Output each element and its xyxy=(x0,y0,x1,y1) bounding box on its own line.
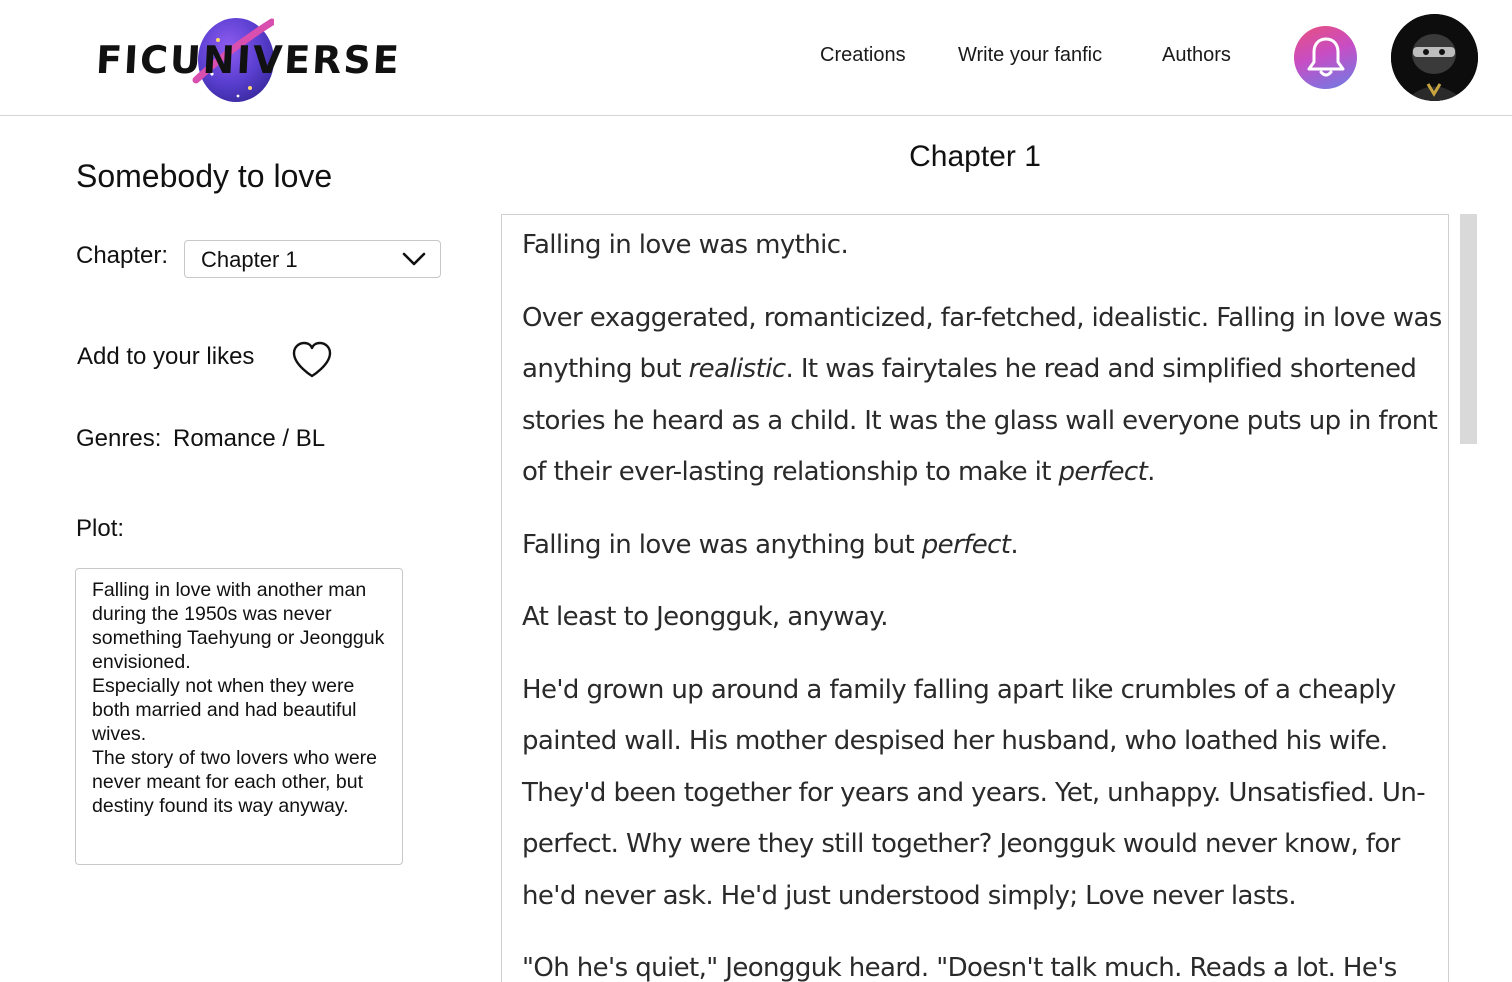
chapter-select-value: Chapter 1 xyxy=(201,247,298,272)
heart-icon[interactable] xyxy=(291,340,333,380)
paragraph-text: "Oh he's quiet," Jeongguk heard. "Doesn'… xyxy=(522,953,1397,982)
logo-wordmark: FICUNIVERSE xyxy=(94,38,402,82)
chapter-label: Chapter: xyxy=(76,242,169,269)
nav-write-fanfic[interactable]: Write your fanfic xyxy=(958,44,1102,67)
emphasis-text: perfect xyxy=(921,529,1011,560)
story-title: Somebody to love xyxy=(76,158,333,194)
notifications-button[interactable] xyxy=(1294,26,1357,89)
chapter-paragraph: At least to Jeongguk, anyway. xyxy=(522,592,1444,644)
chapter-paragraph: Over exaggerated, romanticized, far-fetc… xyxy=(522,293,1444,499)
plot-text-box: Falling in love with another man during … xyxy=(75,568,403,865)
chapter-paragraph: Falling in love was anything but perfect… xyxy=(522,520,1444,572)
genres-value: Romance / BL xyxy=(173,425,326,452)
top-header: FICUNIVERSE Creations Write your fanfic … xyxy=(0,0,1512,116)
reader-scrollbar-thumb[interactable] xyxy=(1460,214,1477,444)
nav-authors[interactable]: Authors xyxy=(1162,44,1231,67)
paragraph-text: Falling in love was mythic. xyxy=(522,230,849,260)
plot-label: Plot: xyxy=(76,515,125,542)
user-avatar[interactable] xyxy=(1391,14,1478,101)
add-to-likes-label: Add to your likes xyxy=(77,343,255,370)
paragraph-text: At least to Jeongguk, anyway. xyxy=(522,602,889,632)
chapter-heading: Chapter 1 xyxy=(909,140,1041,173)
paragraph-text: He'd grown up around a family falling ap… xyxy=(522,674,1426,911)
chapter-select[interactable]: Chapter 1 xyxy=(184,240,441,278)
avatar-image xyxy=(1391,14,1478,101)
nav-creations[interactable]: Creations xyxy=(820,44,906,67)
chapter-paragraph: Falling in love was mythic. xyxy=(522,220,1444,272)
chapter-text: Falling in love was mythic. Over exaggera… xyxy=(522,215,1444,982)
paragraph-text: . xyxy=(1147,457,1155,487)
emphasis-text: realistic xyxy=(688,354,787,384)
chapter-paragraph: He'd grown up around a family falling ap… xyxy=(522,665,1444,923)
chapter-paragraph: "Oh he's quiet," Jeongguk heard. "Doesn'… xyxy=(522,943,1444,982)
chevron-down-icon xyxy=(402,252,426,266)
paragraph-text: . xyxy=(1010,529,1019,560)
site-logo[interactable]: FICUNIVERSE xyxy=(95,10,402,110)
bell-icon xyxy=(1307,37,1344,76)
chapter-reader[interactable]: Falling in love was mythic. Over exaggera… xyxy=(501,214,1449,982)
genres-label: Genres: xyxy=(76,425,162,452)
paragraph-text: Falling in love was anything but xyxy=(522,529,922,560)
emphasis-text: perfect xyxy=(1058,457,1148,487)
